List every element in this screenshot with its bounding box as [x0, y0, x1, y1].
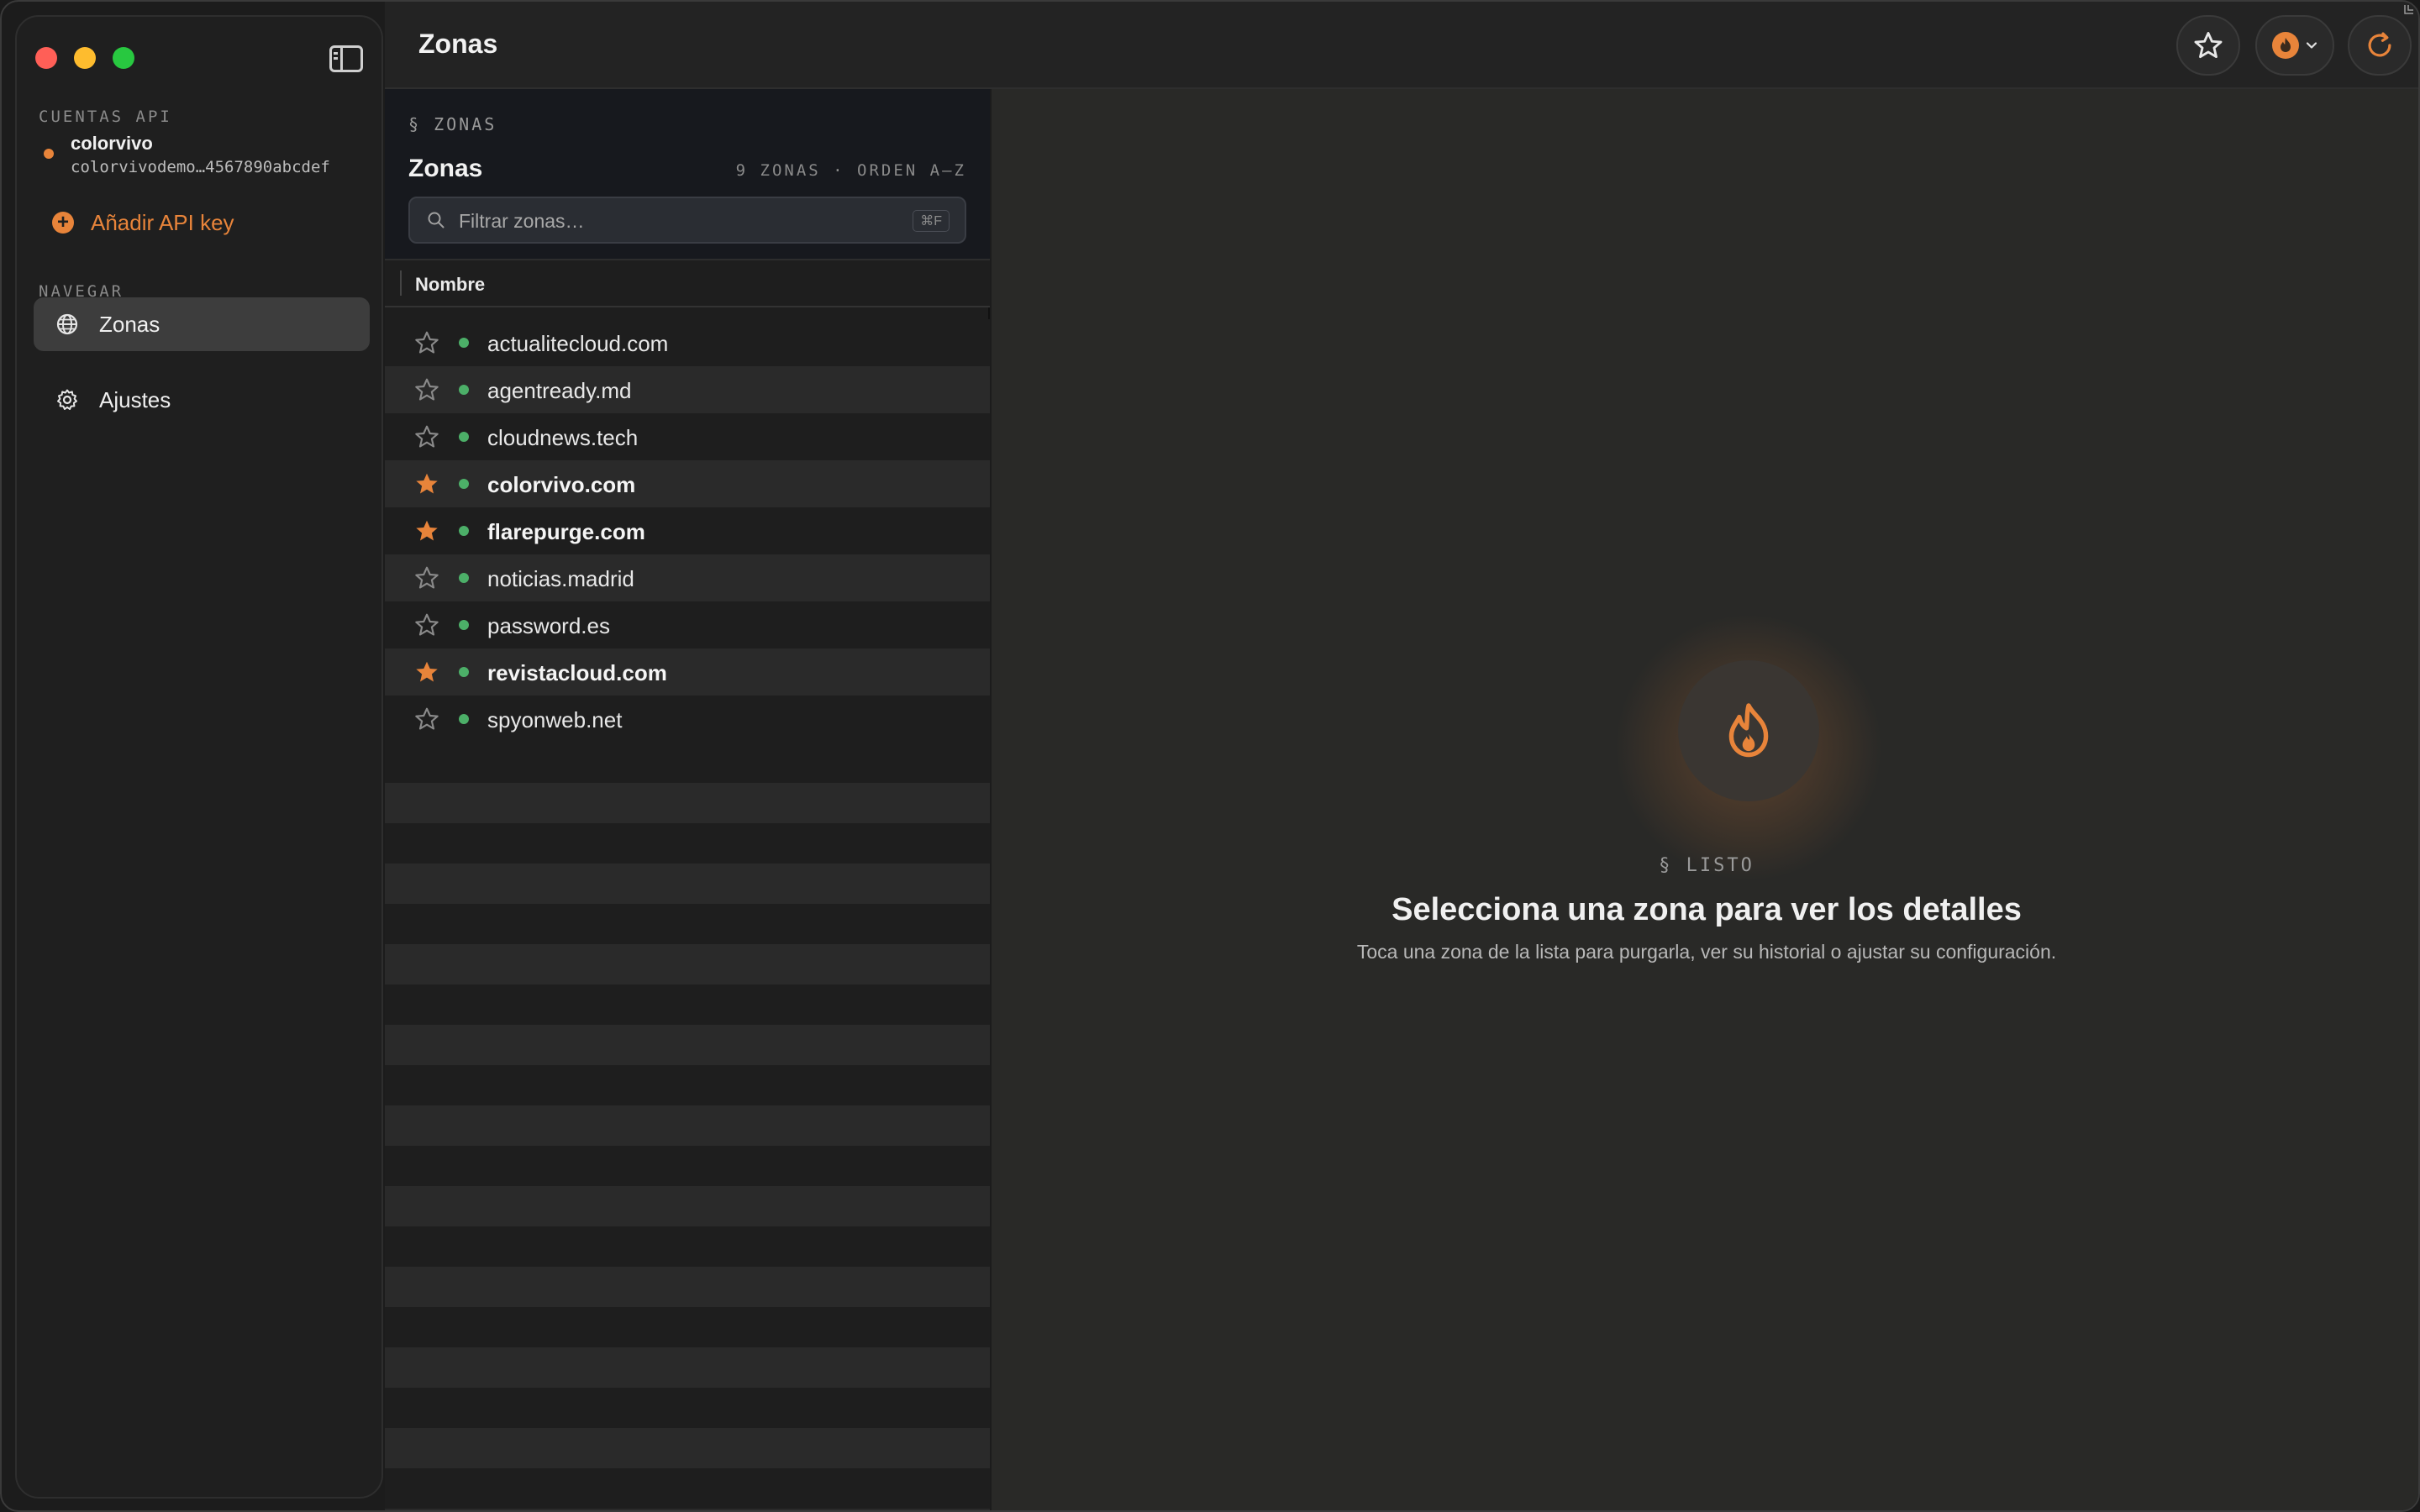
zone-domain: colorvivo.com [487, 472, 636, 497]
status-dot [459, 385, 469, 395]
column-header-name[interactable]: Nombre [415, 274, 485, 296]
star-filled-icon[interactable] [413, 517, 440, 544]
status-dot [459, 338, 469, 348]
accounts-section-label: CUENTAS API [39, 108, 172, 126]
account-name: colorvivo [71, 133, 153, 154]
table-row[interactable]: password.es [385, 601, 990, 648]
nav-item-label: Zonas [99, 311, 160, 337]
star-filled-icon[interactable] [413, 470, 440, 497]
zone-domain: flarepurge.com [487, 519, 645, 544]
minimize-window-button[interactable] [74, 47, 96, 69]
table-row[interactable]: revistacloud.com [385, 648, 990, 696]
table-row[interactable]: cloudnews.tech [385, 413, 990, 460]
section-label: § ZONAS [408, 114, 497, 134]
toolbar: Zonas [385, 2, 2418, 89]
list-title: Zonas [408, 155, 483, 182]
status-dot [459, 479, 469, 489]
table-row[interactable]: spyonweb.net [385, 696, 990, 743]
empty-state-section-label: § LISTO [1659, 855, 1754, 876]
star-icon[interactable] [413, 612, 440, 638]
star-icon[interactable] [413, 423, 440, 450]
add-api-key-button[interactable]: + Añadir API key [52, 206, 234, 239]
globe-icon [56, 313, 78, 335]
gear-icon [57, 389, 77, 410]
table-row[interactable]: noticias.madrid [385, 554, 990, 601]
empty-state-title: Selecciona una zona para ver los detalle… [1392, 892, 2022, 927]
zone-domain: cloudnews.tech [487, 425, 639, 450]
plus-circle-icon: + [52, 212, 74, 234]
search-input[interactable] [459, 207, 896, 235]
search-field[interactable]: ⌘F [408, 197, 966, 244]
list-meta: 9 ZONAS · ORDEN A–Z [735, 161, 966, 180]
add-api-key-label: Añadir API key [91, 209, 234, 235]
page-title: Zonas [418, 29, 498, 59]
app-window: CUENTAS API colorvivo colorvivodemo…4567… [0, 0, 2420, 1512]
star-filled-icon[interactable] [413, 659, 440, 685]
star-icon [2194, 32, 2223, 59]
star-icon[interactable] [413, 329, 440, 356]
account-api-key: colorvivodemo…4567890abcdef [71, 158, 330, 176]
table-row[interactable]: flarepurge.com [385, 507, 990, 554]
status-dot [459, 667, 469, 677]
nav-item-zonas[interactable]: Zonas [34, 297, 370, 351]
zone-domain: spyonweb.net [487, 707, 623, 732]
search-icon [428, 212, 445, 228]
column-header[interactable]: Nombre [385, 260, 990, 307]
detail-pane: § LISTO Selecciona una zona para ver los… [992, 89, 2418, 1510]
nav-item-ajustes[interactable]: Ajustes [34, 373, 370, 427]
zone-domain: password.es [487, 613, 610, 638]
empty-state-badge [1678, 660, 1819, 801]
zones-list: actualitecloud.com agentready.md cloudnews… [385, 319, 990, 743]
zone-domain: noticias.madrid [487, 566, 634, 591]
sidebar-toggle-icon[interactable] [329, 45, 363, 72]
zoom-window-button[interactable] [113, 47, 134, 69]
status-dot [459, 714, 469, 724]
flame-icon [1728, 703, 1769, 758]
status-dot [459, 432, 469, 442]
account-status-dot [44, 149, 54, 159]
star-icon[interactable] [413, 376, 440, 403]
list-empty-area [385, 743, 990, 1510]
refresh-button[interactable] [2348, 15, 2412, 76]
resize-corner-icon [2404, 5, 2413, 14]
status-dot [459, 620, 469, 630]
refresh-icon [2368, 32, 2391, 57]
search-shortcut-badge: ⌘F [913, 210, 950, 232]
favorites-button[interactable] [2176, 15, 2240, 76]
zone-domain: revistacloud.com [487, 660, 667, 685]
zones-list-pane: § ZONAS Zonas 9 ZONAS · ORDEN A–Z ⌘F Nom… [385, 89, 990, 1510]
chevron-down-icon [2306, 42, 2317, 49]
list-header: § ZONAS Zonas 9 ZONAS · ORDEN A–Z ⌘F [385, 89, 990, 260]
nav-item-label: Ajustes [99, 386, 171, 412]
star-icon[interactable] [413, 564, 440, 591]
zone-domain: agentready.md [487, 378, 632, 403]
table-row[interactable]: actualitecloud.com [385, 319, 990, 366]
status-dot [459, 573, 469, 583]
star-icon[interactable] [413, 706, 440, 732]
empty-state-subtitle: Toca una zona de la lista para purgarla,… [1356, 941, 2057, 963]
column-divider [400, 270, 402, 296]
status-dot [459, 526, 469, 536]
close-window-button[interactable] [35, 47, 57, 69]
flame-account-icon [2272, 32, 2299, 59]
table-row[interactable]: colorvivo.com [385, 460, 990, 507]
zone-domain: actualitecloud.com [487, 331, 669, 356]
table-row[interactable]: agentready.md [385, 366, 990, 413]
sidebar: CUENTAS API colorvivo colorvivodemo…4567… [15, 15, 383, 1499]
account-switcher-button[interactable] [2255, 15, 2334, 76]
